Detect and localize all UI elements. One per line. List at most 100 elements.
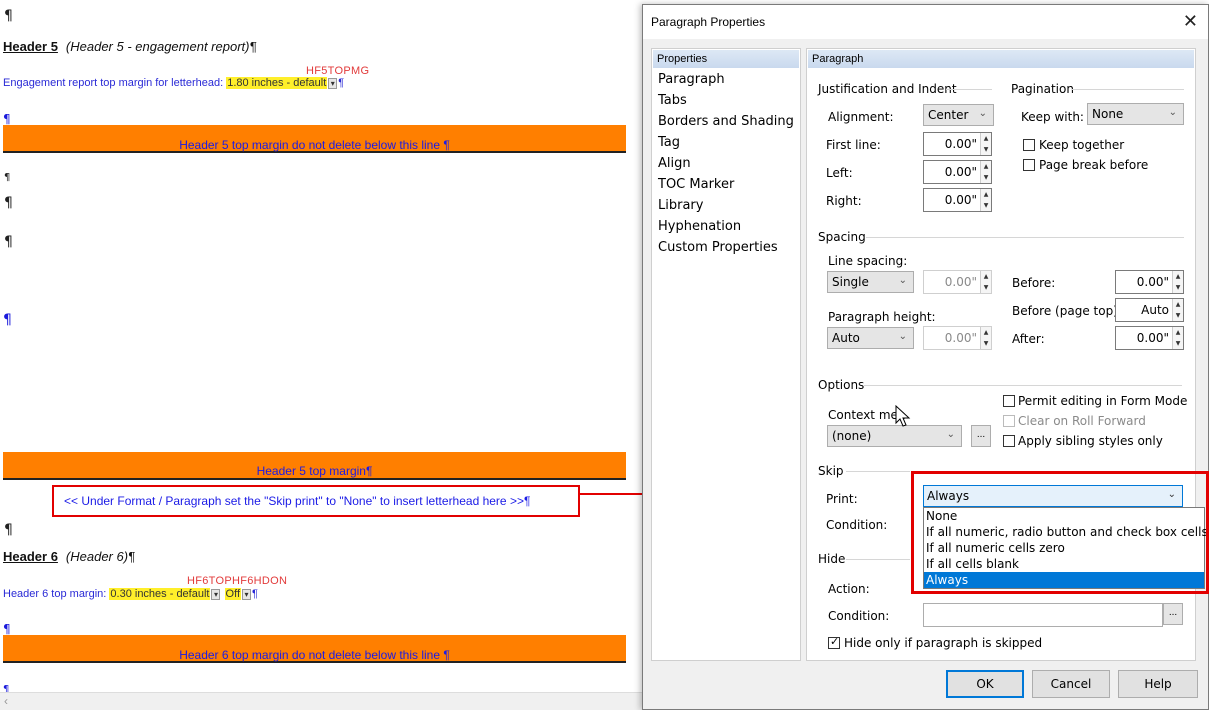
horizontal-scrollbar[interactable]: ‹: [0, 692, 642, 710]
context-menu-value: (none): [832, 429, 872, 443]
header5-heading: Header 5 (Header 5 - engagement report)¶: [3, 39, 256, 54]
field-dropdown-icon[interactable]: ▾: [211, 588, 221, 600]
properties-item-paragraph[interactable]: Paragraph: [652, 69, 800, 90]
properties-list-header: Properties: [653, 50, 799, 68]
engagement-margin-field[interactable]: 1.80 inches - default: [226, 77, 328, 89]
after-label: After:: [1012, 332, 1045, 346]
hide-only-if-skipped-checkbox[interactable]: [828, 635, 840, 649]
paragraph-height-select[interactable]: Auto ⌄: [827, 327, 914, 349]
line-spacing-amount: 0.00" ▲ ▼: [923, 270, 992, 294]
hide-condition-browse-button[interactable]: ...: [1163, 603, 1183, 625]
properties-item-align[interactable]: Align: [652, 153, 800, 174]
spin-updown-icon[interactable]: ▲ ▼: [980, 189, 991, 211]
alignment-select[interactable]: Center ⌄: [923, 104, 994, 126]
alignment-label: Alignment:: [828, 110, 894, 124]
context-menu-label: Context men: [828, 408, 906, 422]
paragraph-height-value: Auto: [832, 331, 860, 345]
field-dropdown-icon[interactable]: ▾: [242, 588, 252, 600]
first-line-spinner[interactable]: 0.00" ▲ ▼: [923, 132, 992, 156]
line-spacing-amount-value: 0.00": [944, 275, 977, 289]
spin-updown-icon[interactable]: ▲ ▼: [1172, 299, 1183, 321]
chevron-down-icon: ⌄: [898, 331, 907, 342]
spin-updown-icon[interactable]: ▲ ▼: [980, 133, 991, 155]
pilcrow: ¶: [3, 112, 11, 126]
first-line-label: First line:: [826, 138, 881, 152]
help-button[interactable]: Help: [1118, 670, 1198, 698]
after-spinner[interactable]: 0.00" ▲ ▼: [1115, 326, 1184, 350]
field-dropdown-icon[interactable]: ▾: [328, 77, 338, 89]
properties-item-library[interactable]: Library: [652, 195, 800, 216]
pilcrow: ¶: [4, 234, 13, 250]
before-page-top-spinner[interactable]: Auto ▲ ▼: [1115, 298, 1184, 322]
properties-item-custom[interactable]: Custom Properties: [652, 237, 800, 258]
group-divider: [846, 471, 910, 472]
pilcrow: ¶: [3, 312, 12, 328]
paragraph-height-label: Paragraph height:: [828, 310, 936, 324]
letterhead-instruction-box: << Under Format / Paragraph set the "Ski…: [52, 485, 580, 517]
context-menu-browse-button[interactable]: ...: [971, 425, 991, 447]
hide-condition-field[interactable]: [923, 603, 1163, 627]
group-divider: [866, 237, 1184, 238]
group-divider: [1072, 89, 1184, 90]
group-divider: [846, 559, 910, 560]
clear-roll-forward-label: Clear on Roll Forward: [1018, 414, 1146, 428]
properties-list: Properties Paragraph Tabs Borders and Sh…: [651, 48, 801, 661]
properties-item-hyphenation[interactable]: Hyphenation: [652, 216, 800, 237]
right-indent-label: Right:: [826, 194, 862, 208]
apply-sibling-label: Apply sibling styles only: [1018, 434, 1163, 448]
before-page-top-value: Auto: [1141, 303, 1169, 317]
page-break-before-checkbox[interactable]: [1023, 159, 1035, 171]
permit-editing-checkbox[interactable]: [1003, 395, 1015, 407]
paragraph-height-amount: 0.00" ▲ ▼: [923, 326, 992, 350]
keep-together-checkbox[interactable]: [1023, 139, 1035, 151]
document-area[interactable]: ¶ Header 5 (Header 5 - engagement report)…: [0, 0, 642, 710]
chevron-down-icon: ⌄: [898, 275, 907, 286]
pilcrow: ¶: [4, 8, 13, 24]
line-spacing-label: Line spacing:: [828, 254, 908, 268]
header5-label: Header 5: [3, 39, 58, 54]
spin-updown-icon[interactable]: ▲ ▼: [1172, 271, 1183, 293]
cancel-button[interactable]: Cancel: [1032, 670, 1110, 698]
apply-sibling-checkbox[interactable]: [1003, 435, 1015, 447]
header6-off-field[interactable]: Off: [224, 588, 242, 600]
before-page-top-label: Before (page top):: [1012, 304, 1122, 318]
chevron-down-icon: ⌄: [946, 429, 955, 440]
engagement-margin-label: Engagement report top margin for letterh…: [3, 77, 224, 89]
line-spacing-select[interactable]: Single ⌄: [827, 271, 914, 293]
skip-print-label: Print:: [826, 492, 858, 506]
right-indent-spinner[interactable]: 0.00" ▲ ▼: [923, 188, 992, 212]
dialog-titlebar[interactable]: Paragraph Properties ✕: [643, 5, 1208, 39]
pilcrow: ¶: [3, 622, 11, 636]
chevron-down-icon: ⌄: [1168, 107, 1177, 118]
properties-item-tag[interactable]: Tag: [652, 132, 800, 153]
left-indent-spinner[interactable]: 0.00" ▲ ▼: [923, 160, 992, 184]
letterhead-instruction: << Under Format / Paragraph set the "Ski…: [64, 494, 531, 508]
spin-updown-icon[interactable]: ▲ ▼: [1172, 327, 1183, 349]
spin-updown-icon: ▲ ▼: [980, 327, 991, 349]
properties-item-tabs[interactable]: Tabs: [652, 90, 800, 111]
spin-updown-icon: ▲ ▼: [980, 271, 991, 293]
dropdown-annotation-box: [911, 471, 1209, 594]
keep-with-select[interactable]: None ⌄: [1087, 103, 1184, 125]
paragraph-height-amount-value: 0.00": [944, 331, 977, 345]
header6-margin-field[interactable]: 0.30 inches - default: [109, 588, 211, 600]
alignment-value: Center: [928, 108, 969, 122]
right-indent-value: 0.00": [944, 193, 977, 207]
close-icon[interactable]: ✕: [1183, 11, 1198, 32]
header6-margin-tail: ¶: [252, 588, 258, 600]
ok-button[interactable]: OK: [946, 670, 1024, 698]
engagement-margin-line: Engagement report top margin for letterh…: [3, 77, 344, 89]
spin-updown-icon[interactable]: ▲ ▼: [980, 161, 991, 183]
header6-heading: Header 6 (Header 6)¶: [3, 549, 135, 564]
header5-top-margin-band: Header 5 top margin do not delete below …: [3, 125, 626, 153]
scroll-left-icon[interactable]: ‹: [4, 694, 8, 708]
mouse-pointer-icon: [895, 405, 911, 427]
before-spinner[interactable]: 0.00" ▲ ▼: [1115, 270, 1184, 294]
keep-with-label: Keep with:: [1021, 110, 1084, 124]
properties-item-toc-marker[interactable]: TOC Marker: [652, 174, 800, 195]
header6-margin-label: Header 6 top margin:: [3, 588, 107, 600]
hide-condition-label: Condition:: [828, 609, 890, 623]
hide-action-label: Action:: [828, 582, 870, 596]
header5-desc: (Header 5 - engagement report)¶: [65, 39, 257, 54]
properties-item-borders[interactable]: Borders and Shading: [652, 111, 800, 132]
